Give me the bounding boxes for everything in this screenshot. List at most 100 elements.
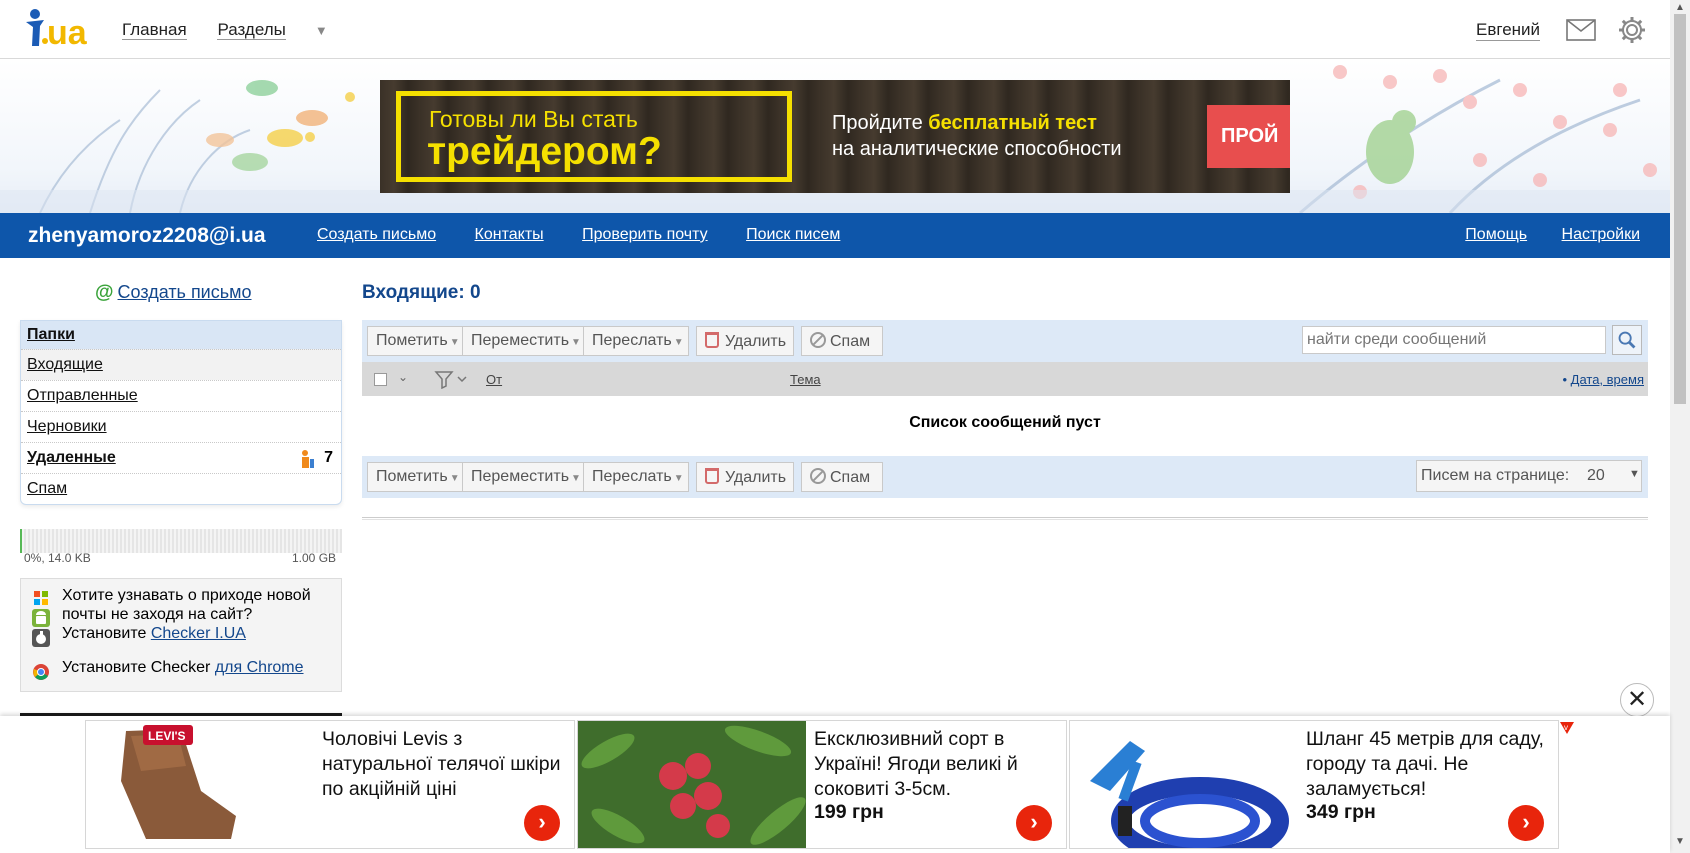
storage-used: 0%, 14.0 KB [24,551,91,565]
user-name-link[interactable]: Евгений [1476,20,1541,41]
sort-date[interactable]: • Дата, время [1562,372,1644,387]
folder-label[interactable]: Входящие [27,356,103,373]
delete-button[interactable]: Удалить [696,326,794,356]
ad-choices-icon[interactable]: v [1559,720,1575,736]
svg-text:v: v [1564,723,1568,732]
mail-nav: Создать письмо Контакты Проверить почту … [317,226,874,244]
settings-link[interactable]: Настройки [1562,226,1640,243]
checker-text-line1: Хотите узнавать о приходе новой [62,587,311,604]
account-email: zhenyamoroz2208@i.ua [28,224,266,247]
storage-fill [20,529,22,553]
at-icon: @ [95,282,114,303]
svg-text:ua: ua [47,14,88,50]
shoe-image: LEVI'S [86,721,314,848]
ad-card-hose[interactable]: Шланг 45 метрів для саду, городу та дачі… [1069,720,1559,849]
deleted-count: 7 [324,449,333,466]
folder-drafts[interactable]: Черновики [21,411,341,442]
checker-text-line2: почты не заходя на сайт? [62,606,253,623]
folder-inbox[interactable]: Входящие [21,349,341,380]
folder-spam[interactable]: Спам [21,473,341,504]
page-scrollbar[interactable]: ▲ ▼ [1670,0,1690,853]
sort-date-link[interactable]: Дата, время [1571,372,1644,387]
ad-card-berries[interactable]: Ексклюзивний сорт в Україні! Ягоди велик… [577,720,1067,849]
folder-label[interactable]: Спам [27,480,67,497]
ad-brand: LEVI'S [148,729,186,743]
folders-title-link[interactable]: Папки [27,326,75,343]
sections-dropdown-icon[interactable]: ▼ [315,23,328,38]
header-banner: Готовы ли Вы стать трейдером? Пройдите б… [0,60,1670,213]
forward-dropdown[interactable]: Переслать ▼ [583,462,689,492]
gear-icon[interactable] [1618,16,1646,44]
nav-sections-link[interactable]: Разделы [217,20,286,40]
trader-ad-banner[interactable]: Готовы ли Вы стать трейдером? Пройдите б… [380,80,1290,193]
bottom-ad-strip: LEVI'S Чоловічі Levis з натуральної теля… [0,716,1670,853]
apple-icon [32,629,50,647]
contacts-link[interactable]: Контакты [475,226,544,243]
sort-subject-link[interactable]: Тема [790,372,821,387]
move-dropdown[interactable]: Переместить ▼ [462,326,584,356]
search-mail-link[interactable]: Поиск писем [746,226,840,243]
search-icon [1618,331,1636,349]
ad-price: 349 грн [1306,801,1376,823]
ad-card-shoes[interactable]: LEVI'S Чоловічі Levis з натуральної теля… [85,720,575,849]
ad-headline-box: Готовы ли Вы стать трейдером? [396,91,792,182]
per-page-select[interactable]: Писем на странице: 20 ▼ [1416,460,1642,492]
ad-text-line1: Пройдите бесплатный тест [832,112,1097,134]
delete-button[interactable]: Удалить [696,462,794,492]
folders-header: Папки [21,321,341,349]
help-link[interactable]: Помощь [1465,226,1527,243]
scroll-up-icon[interactable]: ▲ [1675,2,1685,13]
ad-price: 199 грн [814,801,884,823]
checker-chrome-link[interactable]: для Chrome [215,659,304,676]
checker-promo: Хотите узнавать о приходе новой почты не… [20,578,342,692]
spam-button[interactable]: Спам [801,326,883,356]
ad-title: Ексклюзивний сорт в Україні! Ягоди велик… [814,728,1018,800]
scroll-thumb[interactable] [1674,14,1686,404]
nav-home-link[interactable]: Главная [122,20,187,40]
message-toolbar-bottom: Пометить ▼ Переместить ▼ Переслать ▼ Удалит… [362,456,1648,498]
i-ua-logo[interactable]: ua [24,8,96,52]
arrow-right-icon[interactable]: › [1508,805,1544,841]
top-bar: ua Главная Разделы ▼ Евгений [0,0,1670,59]
checker-iua-link[interactable]: Checker I.UA [151,625,246,642]
ad-title: Шланг 45 метрів для саду, городу та дачі… [1306,728,1544,800]
mail-icon[interactable] [1566,19,1596,41]
message-toolbar-top: Пометить ▼ Переместить ▼ Переслать ▼ Удалит… [362,320,1648,362]
clear-folder-icon[interactable] [299,449,315,469]
sort-from-link[interactable]: От [486,372,502,387]
folder-label[interactable]: Черновики [27,418,107,435]
ad-cta-button[interactable]: ПРОЙ [1207,105,1290,168]
forward-dropdown[interactable]: Переслать ▼ [583,326,689,356]
folder-label[interactable]: Отправленные [27,387,138,404]
message-search-input[interactable] [1302,326,1606,354]
check-mail-link[interactable]: Проверить почту [582,226,708,243]
search-button[interactable] [1612,325,1642,355]
storage-bar [20,529,342,553]
message-list-header: ⌄ От Тема • Дата, время [362,362,1648,396]
mark-dropdown[interactable]: Пометить ▼ [367,462,463,492]
trash-icon [705,332,719,348]
spam-button[interactable]: Спам [801,462,883,492]
spam-icon [810,468,826,484]
sidebar-compose: @ Создать письмо [95,282,252,304]
ad-headline-line2: трейдером? [427,130,662,173]
folders-panel: Папки Входящие Отправленные Черновики Уд… [20,320,342,505]
arrow-right-icon[interactable]: › [524,805,560,841]
folder-deleted[interactable]: Удаленные 7 [21,442,341,473]
arrow-right-icon[interactable]: › [1016,805,1052,841]
select-all-checkbox[interactable] [374,373,387,386]
storage-total: 1.00 GB [292,551,337,565]
select-dropdown-icon[interactable]: ⌄ [398,370,408,384]
filter-icon[interactable] [434,369,470,390]
sidebar-compose-link[interactable]: Создать письмо [118,282,252,302]
ad-text-line2: на аналитические способности [832,138,1122,160]
scroll-down-icon[interactable]: ▼ [1675,836,1685,847]
close-ads-button[interactable]: ✕ [1620,683,1654,717]
folder-label[interactable]: Удаленные [27,449,116,466]
mark-dropdown[interactable]: Пометить ▼ [367,326,463,356]
move-dropdown[interactable]: Переместить ▼ [462,462,584,492]
compose-mail-link[interactable]: Создать письмо [317,226,436,243]
chevron-down-icon: ▼ [1629,468,1640,480]
per-page-label: Писем на странице: [1421,467,1570,484]
folder-sent[interactable]: Отправленные [21,380,341,411]
